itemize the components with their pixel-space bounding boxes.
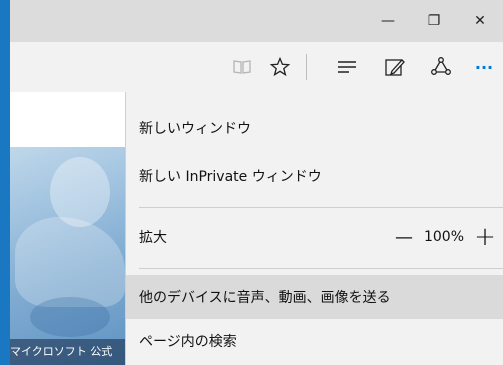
menu-separator	[139, 268, 503, 269]
zoom-label: 拡大	[139, 230, 167, 246]
browser-toolbar: ···	[10, 42, 503, 93]
reading-view-icon	[233, 60, 251, 74]
menu-item-label: 新しい InPrivate ウィンドウ	[139, 169, 322, 185]
menu-item-cast-media[interactable]: 他のデバイスに音声、動画、画像を送る	[126, 275, 503, 319]
menu-separator	[139, 207, 503, 208]
restore-icon: ❐	[427, 13, 441, 29]
favorites-star-icon	[270, 57, 290, 77]
minimize-button[interactable]: —	[365, 0, 411, 42]
hero-image: マイクロソフト 公式	[10, 147, 125, 365]
menu-item-label: 新しいウィンドウ	[139, 121, 251, 137]
more-actions-menu: 新しいウィンドウ 新しい InPrivate ウィンドウ 拡大 — 100% +…	[125, 92, 503, 365]
more-actions-icon: ···	[474, 57, 494, 77]
restore-button[interactable]: ❐	[411, 0, 457, 42]
hub-icon	[338, 61, 356, 73]
share-icon	[431, 57, 451, 75]
close-button[interactable]: ✕	[457, 0, 503, 42]
menu-item-new-window[interactable]: 新しいウィンドウ	[126, 108, 503, 148]
zoom-out-button[interactable]: —	[386, 227, 422, 248]
minimize-icon: —	[381, 13, 395, 29]
web-note-icon	[385, 59, 405, 76]
zoom-in-button[interactable]: +	[466, 224, 503, 250]
close-icon: ✕	[474, 13, 486, 29]
favorites-button[interactable]	[261, 42, 299, 92]
menu-item-label: ページ内の検索	[139, 334, 237, 350]
hero-caption: マイクロソフト 公式	[10, 339, 125, 365]
menu-item-new-inprivate-window[interactable]: 新しい InPrivate ウィンドウ	[126, 156, 503, 196]
hub-button[interactable]	[328, 42, 366, 92]
zoom-value: 100%	[423, 229, 465, 245]
title-bar: — ❐ ✕	[10, 0, 503, 42]
more-actions-button[interactable]: ···	[465, 42, 503, 92]
share-button[interactable]	[422, 42, 460, 92]
web-page-content: マイクロソフト 公式	[10, 92, 125, 365]
menu-item-label: 他のデバイスに音声、動画、画像を送る	[139, 290, 391, 306]
page-header-area	[10, 92, 125, 147]
reading-view-button[interactable]	[223, 42, 261, 92]
toolbar-divider	[306, 54, 307, 80]
menu-item-find-on-page[interactable]: ページ内の検索	[126, 321, 503, 361]
web-note-button[interactable]	[376, 42, 414, 92]
menu-item-zoom: 拡大 — 100% +	[126, 217, 503, 257]
desktop-background	[0, 0, 10, 365]
zoom-controls: — 100% +	[386, 217, 503, 257]
